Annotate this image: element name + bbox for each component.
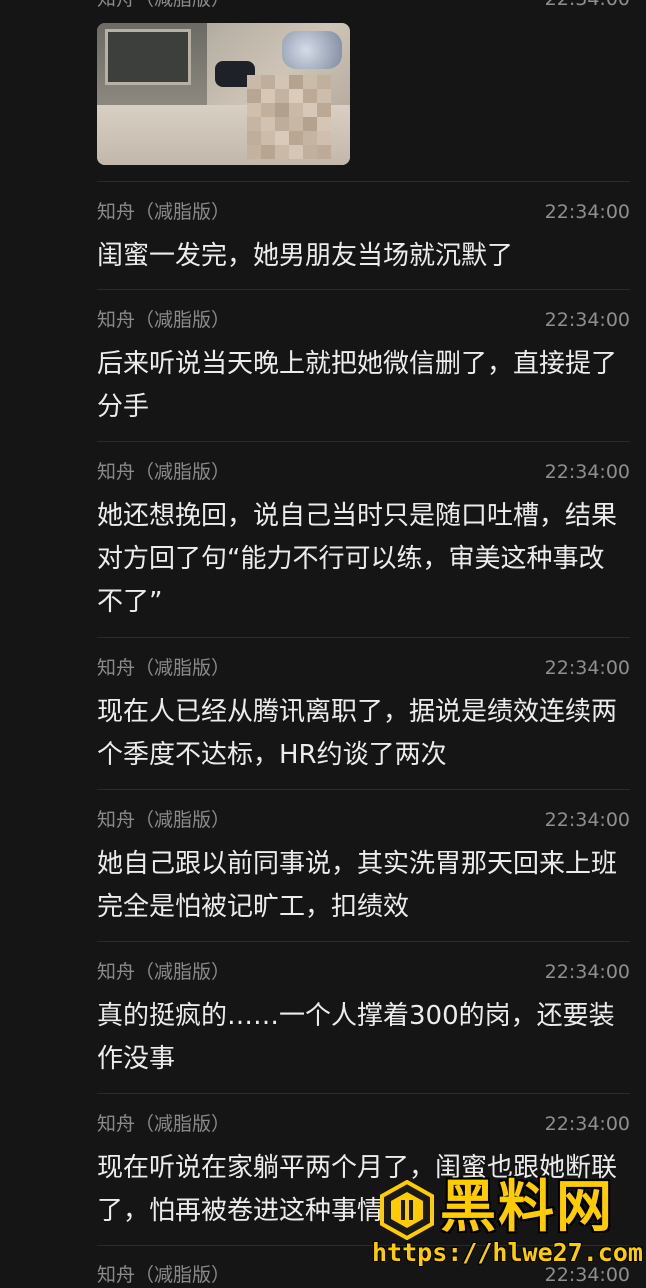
watermark-title: 黑料网 — [440, 1175, 614, 1240]
message-item[interactable]: 知舟（减脂版） 22:34:00 — [97, 0, 630, 12]
sender-name: 知舟（减脂版） — [97, 0, 230, 12]
sender-name: 知舟（减脂版） — [97, 201, 231, 223]
message-meta: 知舟（减脂版） 22:34:00 — [97, 0, 630, 12]
message-item[interactable]: 知舟（减脂版） 22:34:00 后来听说当天晚上就把她微信删了，直接提了分手 — [97, 307, 630, 429]
message-meta: 知舟（减脂版） 22:34:00 — [97, 459, 630, 485]
divider — [97, 1093, 630, 1094]
message-text: 真的挺疯的……一个人撑着300的岗，还要装作没事 — [97, 1001, 615, 1074]
watermark-url: https://hlwe27.com — [372, 1238, 643, 1267]
message-meta: 知舟（减脂版） 22:34:00 — [97, 307, 630, 333]
divider — [97, 441, 630, 442]
message-meta: 知舟（减脂版） 22:34:00 — [97, 1111, 630, 1137]
message-item[interactable]: 知舟（减脂版） 22:34:00 她自己跟以前同事说，其实洗胃那天回来上班完全是… — [97, 807, 630, 929]
message-time: 22:34:00 — [544, 961, 630, 983]
divider — [97, 289, 630, 290]
sender-name: 知舟（减脂版） — [97, 961, 231, 983]
message-text: 闺蜜一发完，她男朋友当场就沉默了 — [97, 241, 514, 271]
divider — [97, 941, 630, 942]
message-text: 她还想挽回，说自己当时只是随口吐槽，结果对方回了句“能力不行可以练，审美这种事改… — [97, 501, 618, 617]
message-text: 现在人已经从腾讯离职了，据说是绩效连续两个季度不达标，HR约谈了两次 — [97, 697, 618, 770]
message-meta: 知舟（减脂版） 22:34:00 — [97, 199, 630, 225]
message-time: 22:34:00 — [544, 461, 630, 483]
sender-name: 知舟（减脂版） — [97, 309, 231, 331]
message-item[interactable]: 知舟（减脂版） 22:34:00 现在人已经从腾讯离职了，据说是绩效连续两个季度… — [97, 655, 630, 777]
message-time: 22:34:00 — [544, 1113, 630, 1135]
message-time: 22:34:00 — [545, 0, 630, 12]
divider — [97, 789, 630, 790]
message-meta: 知舟（减脂版） 22:34:00 — [97, 655, 630, 681]
message-item[interactable]: 知舟（减脂版） 22:34:00 闺蜜一发完，她男朋友当场就沉默了 — [97, 199, 630, 278]
message-meta: 知舟（减脂版） 22:34:00 — [97, 959, 630, 985]
watermark: 黑料网 https://hlwe27.com — [372, 1172, 646, 1280]
sender-name: 知舟（减脂版） — [97, 657, 231, 679]
message-time: 22:34:00 — [544, 809, 630, 831]
message-text: 她自己跟以前同事说，其实洗胃那天回来上班完全是怕被记旷工，扣绩效 — [97, 849, 618, 922]
message-text: 后来听说当天晚上就把她微信删了，直接提了分手 — [97, 349, 618, 422]
sender-name: 知舟（减脂版） — [97, 1264, 231, 1286]
sender-name: 知舟（减脂版） — [97, 1113, 231, 1135]
message-item[interactable]: 知舟（减脂版） 22:34:00 她还想挽回，说自己当时只是随口吐槽，结果对方回… — [97, 459, 630, 624]
message-meta: 知舟（减脂版） 22:34:00 — [97, 807, 630, 833]
divider — [97, 181, 630, 182]
message-item[interactable]: 知舟（减脂版） 22:34:00 真的挺疯的……一个人撑着300的岗，还要装作没… — [97, 959, 630, 1081]
divider — [97, 637, 630, 638]
message-time: 22:34:00 — [544, 309, 630, 331]
sender-name: 知舟（减脂版） — [97, 461, 231, 483]
message-time: 22:34:00 — [544, 657, 630, 679]
message-time: 22:34:00 — [544, 201, 630, 223]
site-logo-icon — [380, 1180, 434, 1240]
mosaic-blur — [247, 75, 331, 159]
attached-photo[interactable] — [97, 23, 350, 165]
sender-name: 知舟（减脂版） — [97, 809, 231, 831]
